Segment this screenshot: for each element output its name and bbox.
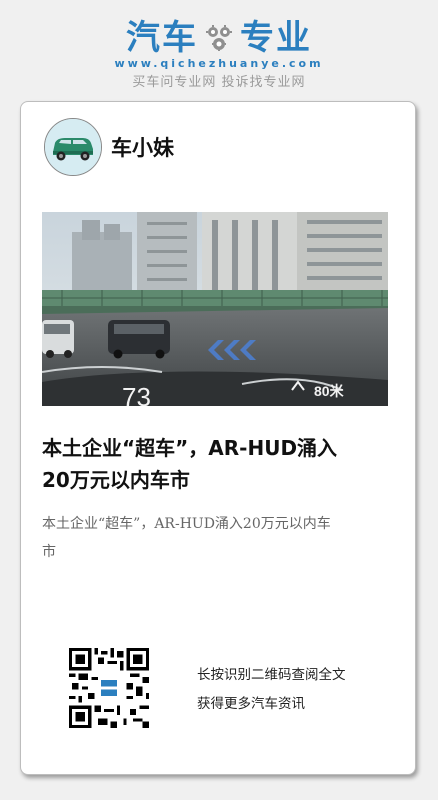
brand-url: www.qichezhuanye.com bbox=[114, 57, 324, 70]
brand-logo: 汽车 专业 bbox=[0, 18, 438, 58]
brand-header: 汽车 专业 www.qichezhuanye.com 买车问专业网 投诉找专业网 bbox=[0, 0, 438, 100]
ar-hud-photo: 73 80米 bbox=[42, 212, 388, 406]
brand-name-right: 专业 bbox=[240, 18, 312, 58]
qr-caption-line1: 长按识别二维码查阅全文 bbox=[197, 667, 346, 683]
brand-name-left: 汽车 bbox=[126, 18, 198, 58]
hud-distance-readout: 80米 bbox=[314, 383, 345, 399]
article-title[interactable]: 本土企业“超车”，AR-HUD涌入20万元以内车市 bbox=[42, 432, 342, 496]
gear-icon bbox=[206, 25, 232, 51]
car-icon bbox=[45, 119, 101, 175]
qr-caption-line2: 获得更多汽车资讯 bbox=[197, 696, 305, 712]
hud-speed-readout: 73 bbox=[122, 382, 151, 406]
qr-code-icon[interactable] bbox=[69, 648, 149, 728]
author-name[interactable]: 车小妹 bbox=[111, 132, 174, 162]
avatar[interactable] bbox=[44, 118, 102, 176]
article-summary: 本土企业“超车”，AR-HUD涌入20万元以内车市 bbox=[42, 516, 331, 560]
article-photo[interactable]: 73 80米 bbox=[42, 212, 388, 406]
article-card[interactable]: 车小妹 73 80米 本土企业“超车”，AR-HUD涌入20万元以内车市 本土企… bbox=[20, 101, 416, 775]
brand-slogan: 买车问专业网 投诉找专业网 bbox=[132, 75, 306, 90]
